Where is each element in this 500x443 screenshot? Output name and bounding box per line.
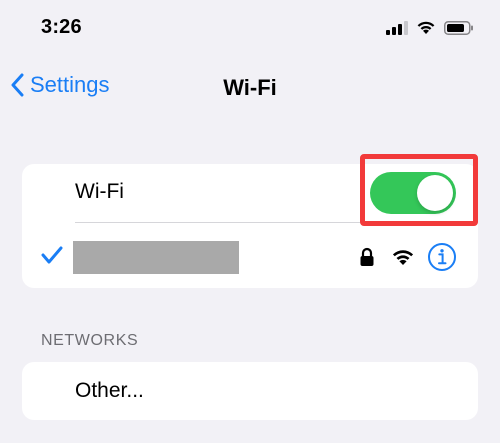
status-bar: 3:26: [0, 0, 500, 60]
connected-network-name-redacted[interactable]: [73, 241, 239, 274]
wifi-toggle-knob: [417, 175, 453, 211]
wifi-signal-icon: [391, 248, 415, 271]
status-time: 3:26: [41, 16, 82, 38]
networks-section-header: NETWORKS: [41, 332, 139, 349]
battery-icon: [444, 20, 474, 35]
status-icons: [386, 20, 474, 35]
page-title: Wi-Fi: [223, 75, 277, 100]
network-list-item-other[interactable]: Other...: [22, 362, 478, 420]
navigation-bar: Settings Wi-Fi: [0, 64, 500, 112]
wifi-toggle[interactable]: [370, 172, 456, 214]
wifi-status-icon: [416, 20, 436, 35]
lock-icon: [359, 247, 375, 272]
row-divider: [75, 222, 478, 223]
wifi-toggle-label: Wi-Fi: [75, 180, 124, 203]
cellular-signal-icon: [386, 20, 408, 35]
network-list-item-label: Other...: [75, 379, 144, 402]
checkmark-icon: [40, 245, 64, 270]
wifi-settings-card: Wi-Fi: [22, 164, 478, 288]
info-icon[interactable]: [427, 242, 457, 277]
